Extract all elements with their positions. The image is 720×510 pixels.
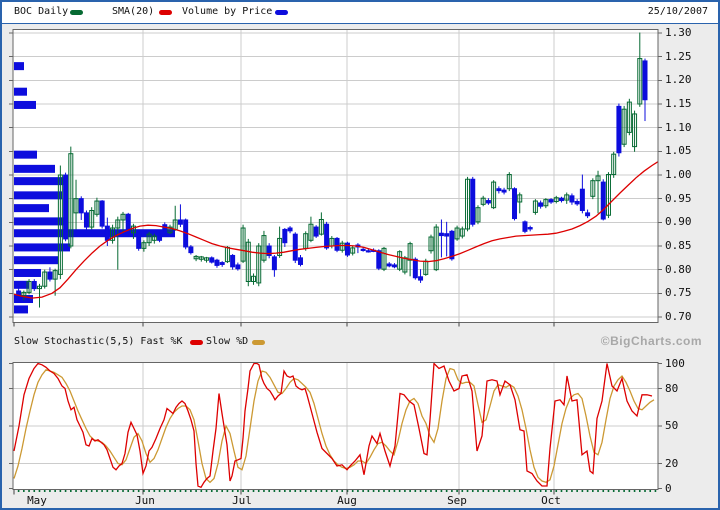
price-tick-label: 0.95 [665, 193, 692, 205]
month-label: Sep [447, 494, 467, 507]
sma-swatch-icon [159, 10, 172, 15]
slow-d-swatch-icon [252, 340, 265, 345]
stoch-tick-label: 0 [665, 483, 672, 495]
price-tick-label: 1.25 [665, 51, 692, 63]
price-tick-label: 0.85 [665, 240, 692, 252]
chart-date: 25/10/2007 [648, 6, 708, 17]
volume-by-price-swatch-icon [275, 10, 288, 15]
price-tick-label: 0.70 [665, 311, 692, 323]
stoch-tick-label: 100 [665, 358, 685, 370]
stochastic-title-label: Slow Stochastic(5,5) Fast %K [14, 336, 183, 347]
price-tick-label: 1.05 [665, 145, 692, 157]
stochastic-chart [8, 360, 664, 497]
price-tick-label: 0.90 [665, 216, 692, 228]
main-legend-bar: BOC Daily SMA(20) Volume by Price 25/10/… [2, 2, 718, 24]
price-tick-label: 1.20 [665, 74, 692, 86]
fast-k-swatch-icon [190, 340, 203, 345]
price-candlestick-chart [8, 29, 664, 329]
price-tick-label: 1.10 [665, 122, 692, 134]
stoch-tick-label: 20 [665, 458, 678, 470]
bigcharts-watermark: ©BigCharts.com [601, 334, 702, 348]
month-label: Jun [135, 494, 155, 507]
price-tick-label: 1.15 [665, 98, 692, 110]
stoch-tick-label: 80 [665, 383, 678, 395]
price-series-swatch-icon [70, 10, 83, 15]
sma-label: SMA(20) [112, 6, 154, 17]
price-tick-label: 0.75 [665, 287, 692, 299]
series-title-label: BOC Daily [14, 6, 68, 17]
slow-d-label: Slow %D [206, 336, 248, 347]
month-label: Jul [232, 494, 252, 507]
month-label: Oct [541, 494, 561, 507]
bigcharts-chart-window: BOC Daily SMA(20) Volume by Price 25/10/… [0, 0, 720, 510]
stoch-tick-label: 50 [665, 420, 678, 432]
month-label: Aug [337, 494, 357, 507]
price-tick-label: 0.80 [665, 264, 692, 276]
volume-by-price-label: Volume by Price [182, 6, 272, 17]
month-label: May [27, 494, 47, 507]
price-tick-label: 1.30 [665, 27, 692, 39]
price-tick-label: 1.00 [665, 169, 692, 181]
